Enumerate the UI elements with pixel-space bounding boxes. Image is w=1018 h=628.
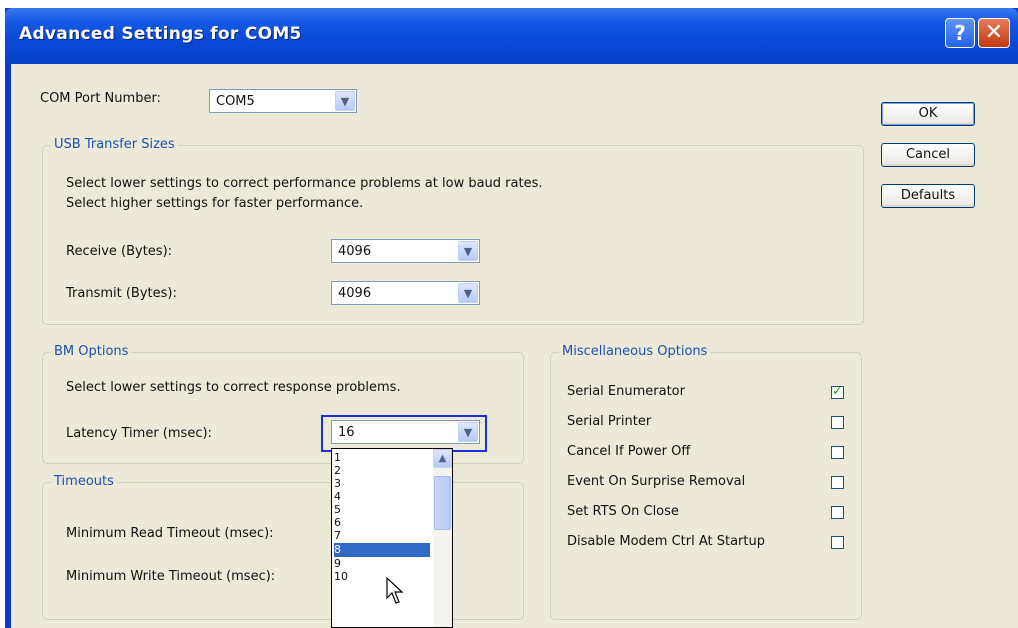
latency-label: Latency Timer (msec): xyxy=(66,426,212,441)
help-button[interactable]: ? xyxy=(945,18,975,48)
bm-group-title: BM Options xyxy=(51,344,132,359)
scrollbar-thumb[interactable] xyxy=(434,476,451,530)
receive-value: 4096 xyxy=(338,244,372,259)
com-port-value: COM5 xyxy=(216,94,255,109)
write-timeout-label: Minimum Write Timeout (msec): xyxy=(66,569,276,584)
dropdown-option[interactable]: 6 xyxy=(334,516,430,529)
transmit-label: Transmit (Bytes): xyxy=(66,286,177,301)
receive-label: Receive (Bytes): xyxy=(66,244,173,259)
dropdown-option[interactable]: 7 xyxy=(334,529,430,542)
disable-modem-ctrl-checkbox[interactable] xyxy=(831,536,844,549)
chevron-down-icon[interactable]: ▼ xyxy=(458,283,478,303)
read-timeout-label: Minimum Read Timeout (msec): xyxy=(66,526,274,541)
misc-option-label: Set RTS On Close xyxy=(567,504,679,519)
defaults-button[interactable]: Defaults xyxy=(881,184,975,208)
cancel-button[interactable]: Cancel xyxy=(881,143,975,167)
chevron-down-icon[interactable]: ▼ xyxy=(458,241,478,261)
receive-select[interactable]: 4096 ▼ xyxy=(331,239,480,263)
mouse-pointer-icon xyxy=(386,577,404,604)
window-title: Advanced Settings for COM5 xyxy=(19,24,302,44)
com-port-label: COM Port Number: xyxy=(40,91,161,106)
transmit-value: 4096 xyxy=(338,286,372,301)
dropdown-option-selected[interactable]: 8 xyxy=(334,543,430,557)
cancel-if-power-off-checkbox[interactable] xyxy=(831,446,844,459)
usb-desc-line1: Select lower settings to correct perform… xyxy=(66,176,543,191)
misc-group-title: Miscellaneous Options xyxy=(559,344,711,359)
dropdown-option[interactable]: 2 xyxy=(334,464,430,477)
title-bar[interactable]: Advanced Settings for COM5 ? ✕ xyxy=(5,8,1018,64)
dropdown-option[interactable]: 3 xyxy=(334,477,430,490)
ok-button[interactable]: OK xyxy=(881,102,975,126)
close-button[interactable]: ✕ xyxy=(978,18,1010,48)
serial-printer-checkbox[interactable] xyxy=(831,416,844,429)
dropdown-option[interactable]: 5 xyxy=(334,503,430,516)
dropdown-option[interactable]: 9 xyxy=(334,557,430,570)
dropdown-scrollbar[interactable]: ▲ xyxy=(433,449,452,627)
serial-enumerator-checkbox[interactable]: ✓ xyxy=(831,384,844,399)
dropdown-option[interactable]: 1 xyxy=(334,451,430,464)
dropdown-option[interactable]: 10 xyxy=(334,570,430,583)
latency-highlight-box xyxy=(321,415,487,452)
usb-desc-line2: Select higher settings for faster perfor… xyxy=(66,196,364,211)
misc-option-label: Cancel If Power Off xyxy=(567,444,691,459)
set-rts-on-close-checkbox[interactable] xyxy=(831,506,844,519)
bm-desc: Select lower settings to correct respons… xyxy=(66,380,401,395)
chevron-down-icon[interactable]: ▼ xyxy=(335,91,355,111)
usb-group-title: USB Transfer Sizes xyxy=(51,137,178,152)
misc-option-label: Serial Printer xyxy=(567,414,652,429)
misc-option-label: Serial Enumerator xyxy=(567,384,685,399)
checkmark-icon: ✓ xyxy=(832,384,843,399)
scroll-up-icon[interactable]: ▲ xyxy=(433,449,452,468)
event-on-surprise-removal-checkbox[interactable] xyxy=(831,476,844,489)
misc-option-label: Disable Modem Ctrl At Startup xyxy=(567,534,765,549)
transmit-select[interactable]: 4096 ▼ xyxy=(331,281,480,305)
timeouts-group-title: Timeouts xyxy=(51,474,117,489)
com-port-select[interactable]: COM5 ▼ xyxy=(209,89,357,113)
dropdown-option[interactable]: 4 xyxy=(334,490,430,503)
misc-option-label: Event On Surprise Removal xyxy=(567,474,746,489)
